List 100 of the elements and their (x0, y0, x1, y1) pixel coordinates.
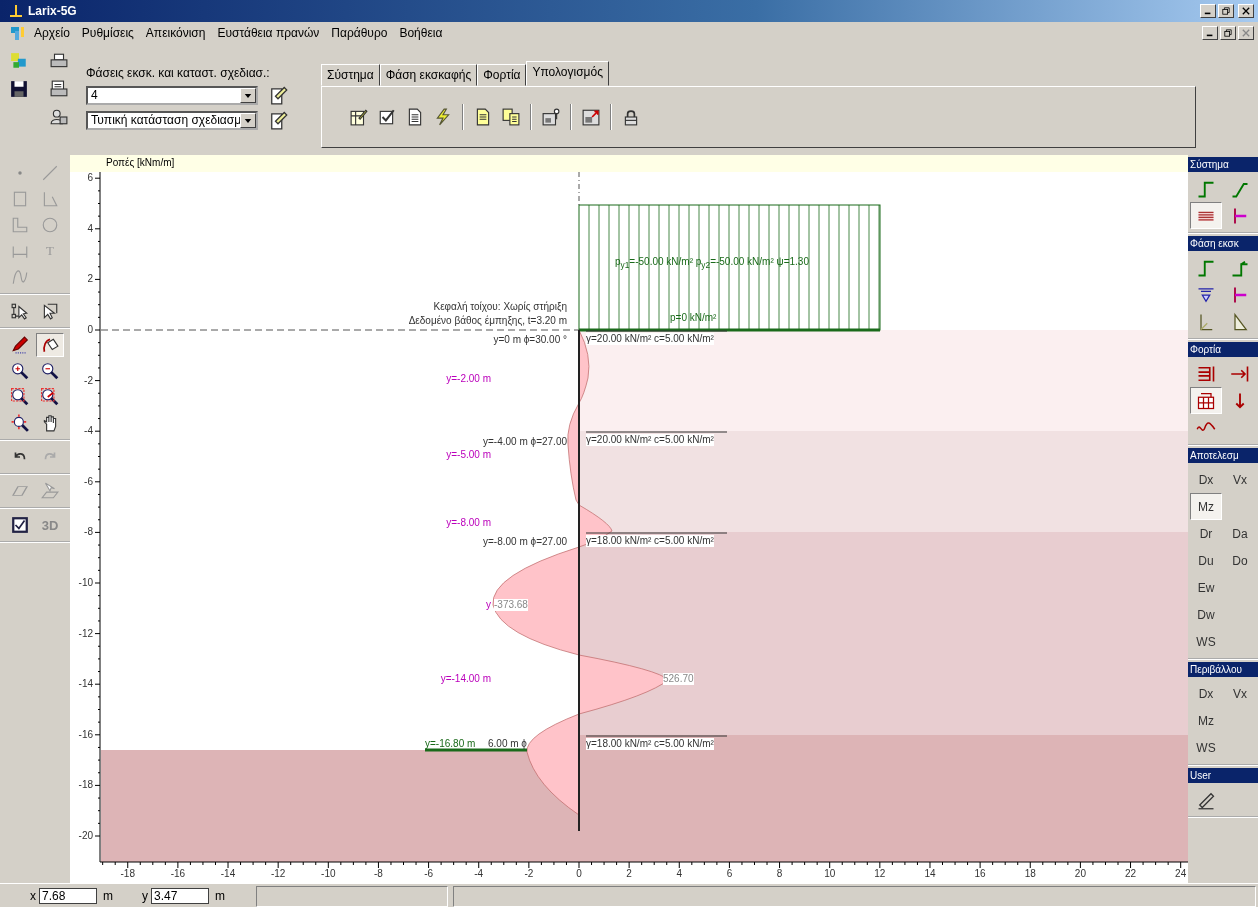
axis-label: 14 (924, 868, 936, 880)
axis-label: 24 (1175, 868, 1187, 880)
axis-label: -10 (77, 577, 93, 589)
polyline-icon (41, 190, 59, 208)
lock-icon[interactable] (622, 108, 640, 126)
zoom-previous-icon (41, 388, 59, 406)
close-button[interactable] (1238, 4, 1254, 18)
depth-marker-label: y (486, 599, 491, 611)
excavation-level-label: y=-16.80 m (425, 738, 476, 750)
checkbox-icon[interactable] (378, 108, 396, 126)
close-icon (1242, 29, 1250, 37)
axis-label: 4 (676, 868, 683, 880)
people-icon[interactable] (50, 108, 68, 126)
node-select-icon (11, 302, 29, 320)
zoom-in-icon (11, 362, 29, 380)
depth-marker-label: y=-2.00 m (446, 373, 491, 385)
lightning-icon[interactable] (434, 108, 452, 126)
close-button[interactable] (1238, 26, 1254, 40)
axis-label: -4 (474, 868, 484, 880)
circle-icon (41, 216, 59, 234)
l-shape-icon (11, 216, 29, 234)
minimize-button[interactable] (1200, 4, 1216, 18)
tab[interactable]: Φάση εκσκαφής (379, 64, 478, 86)
menu-item[interactable]: Παράθυρο (325, 26, 394, 40)
axis-label: -18 (120, 868, 135, 880)
table-edit-icon[interactable] (350, 108, 368, 126)
save-icon[interactable] (10, 80, 28, 98)
menu-item[interactable]: Ρυθμίσεις (75, 26, 140, 40)
coordinate-label: x (30, 889, 36, 903)
moment-value-label: 526.70 (663, 673, 694, 685)
panel-header: Περιβάλλου (1188, 662, 1258, 677)
window-info-icon[interactable] (542, 108, 560, 126)
coordinate-label: y (142, 889, 148, 903)
unit-label: m (102, 889, 114, 903)
document-icon[interactable] (406, 108, 424, 126)
print-preview-icon[interactable] (50, 80, 68, 98)
menu-item[interactable]: Απεικόνιση (139, 26, 212, 40)
layer-depth-label: y=-4.00 m ϕ=27.00 (483, 436, 567, 448)
soil-property-label: γ=18.00 kN/m² c=5.00 kN/m² (586, 535, 714, 547)
checklist-icon (11, 516, 29, 534)
axis-label: -6 (424, 868, 434, 880)
restore-icon (1222, 7, 1230, 15)
axis-label: 12 (874, 868, 886, 880)
edit-document-icon[interactable] (268, 85, 288, 105)
axis-label: -4 (83, 425, 93, 438)
tab[interactable]: Φορτία (477, 64, 527, 86)
axis-label: -16 (77, 728, 93, 741)
axis-label: -2 (83, 374, 93, 387)
curve-icon (11, 268, 29, 286)
line-icon (41, 164, 59, 182)
axis-label: -16 (170, 868, 186, 880)
axis-label: 10 (824, 868, 836, 880)
soil-property-label: γ=20.00 kN/m² c=5.00 kN/m² (586, 333, 714, 345)
documents-icon[interactable] (502, 108, 520, 126)
printer-icon[interactable] (50, 52, 68, 70)
axis-label: -14 (220, 868, 236, 880)
restore-button[interactable] (1218, 4, 1234, 18)
axis-label: 20 (1074, 868, 1086, 880)
axis-label: 6 (86, 172, 93, 185)
axis-label: -6 (83, 475, 93, 488)
soil-property-label: γ=18.00 kN/m² c=5.00 kN/m² (586, 738, 714, 750)
hand-icon (41, 414, 59, 432)
moment-value-label: -373.68 (494, 599, 528, 611)
tool-button[interactable] (1190, 202, 1222, 229)
document-icon[interactable] (474, 108, 492, 126)
paint-bucket-icon (41, 336, 59, 354)
plane-icon (12, 486, 28, 496)
grid-load-icon (1196, 390, 1216, 411)
axis-label: -20 (77, 830, 93, 842)
axis-label: -18 (77, 779, 93, 792)
axis-label: 16 (974, 868, 986, 880)
axis-label: -8 (83, 526, 93, 539)
tab[interactable]: Σύστημα (321, 64, 380, 86)
edit-document-icon[interactable] (268, 110, 288, 130)
menu-item[interactable]: Αρχείο (28, 26, 76, 40)
wall-head-label: Δεδομένο βάθος έμπηξης, t=3.20 m (408, 315, 567, 327)
minimize-button[interactable] (1202, 26, 1218, 40)
plane-pointer-icon (41, 482, 59, 500)
panel-header: Φάση εκσκ (1188, 236, 1258, 251)
axis-label: 18 (1024, 868, 1036, 880)
design-state-dropdown[interactable]: Τυπική κατάσταση σχεδιασμ (86, 110, 258, 130)
tool-button[interactable] (1190, 387, 1222, 414)
tab[interactable]: Υπολογισμός (526, 61, 609, 86)
surcharge-label: p=0 kN/m² (670, 312, 717, 324)
panel-header: User (1188, 768, 1258, 783)
zoom-extents-icon (11, 414, 29, 432)
app-icon (8, 3, 24, 19)
soil-property-label: γ=20.00 kN/m² c=5.00 kN/m² (586, 434, 714, 446)
axis-label: 22 (1124, 868, 1137, 880)
x-coordinate-field[interactable]: 7.68 (39, 888, 97, 904)
phase-dropdown[interactable]: 4 (86, 85, 258, 105)
axis-label: -14 (77, 678, 93, 691)
tool-button[interactable] (36, 333, 64, 357)
y-coordinate-field[interactable]: 3.47 (151, 888, 209, 904)
menu-item[interactable]: Ευστάθεια πρανών (211, 26, 326, 40)
restore-button[interactable] (1220, 26, 1236, 40)
depth-marker-label: y=-8.00 m (446, 517, 491, 529)
layer-depth-label: y=-8.00 m ϕ=27.00 (483, 536, 567, 548)
tool-button[interactable]: Mz (1190, 493, 1222, 520)
menu-item[interactable]: Βοήθεια (393, 26, 449, 40)
